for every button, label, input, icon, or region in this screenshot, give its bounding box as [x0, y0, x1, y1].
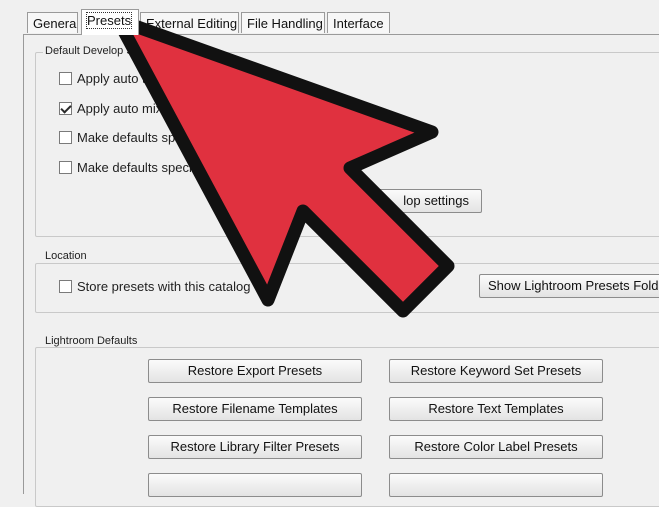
restore-keyword-set-presets-button[interactable]: Restore Keyword Set Presets	[389, 359, 603, 383]
restore-filename-templates-button[interactable]: Restore Filename Templates	[148, 397, 362, 421]
restore-color-label-presets-button[interactable]: Restore Color Label Presets	[389, 435, 603, 459]
tab-general[interactable]: General	[27, 12, 78, 33]
defaults-iso-row[interactable]: Make defaults speci	[59, 160, 192, 175]
store-presets-checkbox[interactable]	[59, 280, 72, 293]
lightroom-defaults-title: Lightroom Defaults	[43, 335, 140, 347]
apply-auto-tone-row[interactable]: Apply auto t	[59, 71, 146, 86]
apply-auto-tone-checkbox[interactable]	[59, 72, 72, 85]
location-title: Location	[43, 250, 89, 262]
preferences-tab-bar: General Presets External Editing File Ha…	[0, 0, 659, 35]
defaults-serial-label: Make defaults spe	[77, 130, 183, 145]
restore-bottom-right-button[interactable]	[389, 473, 603, 497]
reset-develop-settings-button[interactable]: lop settings	[318, 189, 482, 213]
defaults-serial-row[interactable]: Make defaults spe	[59, 130, 183, 145]
tab-interface[interactable]: Interface	[327, 12, 390, 33]
apply-auto-mix-label: Apply auto mix	[77, 101, 163, 116]
defaults-iso-label: Make defaults speci	[77, 160, 192, 175]
restore-bottom-left-button[interactable]	[148, 473, 362, 497]
store-presets-row[interactable]: Store presets with this catalog	[59, 279, 250, 294]
tab-presets[interactable]: Presets	[81, 9, 139, 35]
restore-export-presets-button[interactable]: Restore Export Presets	[148, 359, 362, 383]
show-presets-folder-button[interactable]: Show Lightroom Presets Folde	[479, 274, 659, 298]
apply-auto-mix-checkbox[interactable]	[59, 102, 72, 115]
restore-text-templates-button[interactable]: Restore Text Templates	[389, 397, 603, 421]
tab-file-handling[interactable]: File Handling	[241, 12, 325, 33]
tab-presets-label: Presets	[85, 12, 133, 29]
store-presets-label: Store presets with this catalog	[77, 279, 251, 294]
apply-auto-tone-label: Apply auto t	[77, 71, 146, 86]
restore-library-filter-presets-button[interactable]: Restore Library Filter Presets	[148, 435, 362, 459]
default-develop-title: Default Develop S	[43, 45, 136, 57]
defaults-serial-checkbox[interactable]	[59, 131, 72, 144]
tab-external-editing[interactable]: External Editing	[140, 12, 239, 33]
apply-auto-mix-row[interactable]: Apply auto mix	[59, 101, 162, 116]
defaults-iso-checkbox[interactable]	[59, 161, 72, 174]
